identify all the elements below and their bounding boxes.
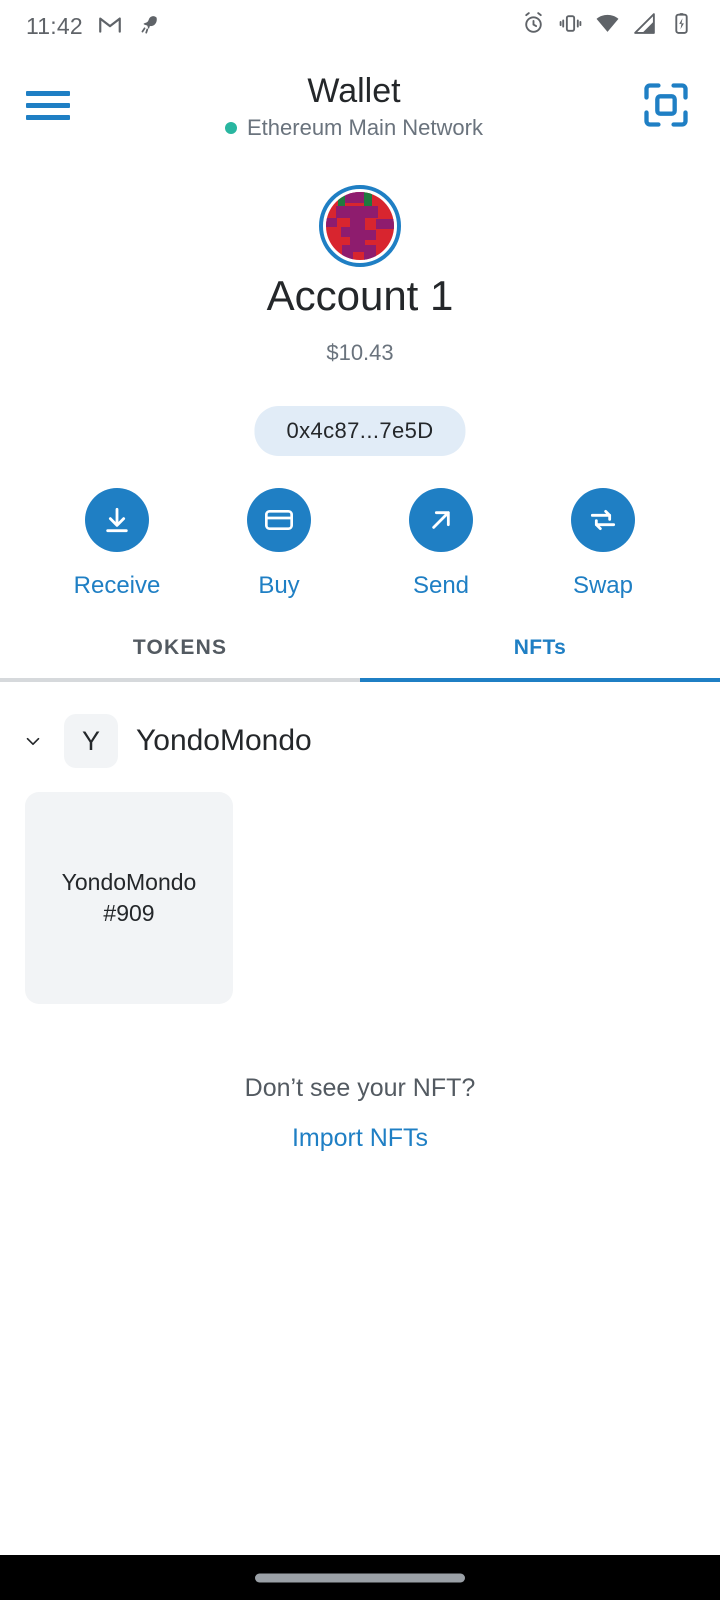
receive-label: Receive [74,572,161,600]
nft-card-label: YondoMondo#909 [62,867,197,929]
tab-bar: TOKENS NFTs [0,614,720,682]
header-title-block: Wallet Ethereum Main Network [70,71,638,141]
status-bar-right [521,11,694,41]
credit-card-icon [247,488,311,552]
tab-nfts-label: NFTs [514,636,567,660]
jazzicon-avatar [326,192,394,260]
system-navigation-bar [0,1555,720,1600]
alarm-icon [521,11,546,41]
tab-tokens[interactable]: TOKENS [0,614,360,682]
qr-scan-icon[interactable] [638,77,694,133]
collection-name: YondoMondo [136,724,312,758]
duolingo-icon [137,11,163,42]
hamburger-bar [26,103,70,108]
status-bar-clock: 11:42 [26,13,83,40]
download-arrow-icon [85,488,149,552]
buy-button[interactable]: Buy [219,488,339,600]
gmail-icon [97,11,123,42]
receive-button[interactable]: Receive [57,488,177,600]
app-screen: 11:42 [0,0,720,1600]
app-header: Wallet Ethereum Main Network [0,60,720,150]
cellular-signal-icon [632,11,657,41]
wifi-icon [595,11,620,41]
collection-avatar: Y [64,714,118,768]
missing-nft-prompt: Don’t see your NFT? [0,1074,720,1103]
network-status-dot [225,122,237,134]
arrow-up-right-icon [409,488,473,552]
import-nfts-link[interactable]: Import NFTs [0,1124,720,1153]
vibrate-icon [558,11,583,41]
network-indicator[interactable]: Ethereum Main Network [70,115,638,141]
send-label: Send [413,572,469,600]
nft-grid: YondoMondo#909 [25,792,695,1004]
hamburger-bar [26,115,70,120]
nft-collection-row[interactable]: Y YondoMondo [0,706,720,776]
swap-button[interactable]: Swap [543,488,663,600]
tab-tokens-underline [0,678,360,682]
account-address-pill[interactable]: 0x4c87...7e5D [254,406,465,456]
status-bar: 11:42 [0,0,720,52]
hamburger-icon[interactable] [26,91,70,120]
hamburger-bar [26,91,70,96]
swap-arrows-icon [571,488,635,552]
chevron-down-icon[interactable] [20,730,46,752]
swap-label: Swap [573,572,633,600]
account-name: Account 1 [0,272,720,320]
avatar[interactable] [319,185,401,267]
battery-charging-icon [669,11,694,41]
tab-nfts[interactable]: NFTs [360,614,720,682]
gesture-handle[interactable] [255,1573,465,1582]
action-buttons: Receive Buy Send Swap [0,488,720,600]
nft-card[interactable]: YondoMondo#909 [25,792,233,1004]
status-bar-left: 11:42 [26,11,163,42]
account-balance: $10.43 [0,340,720,366]
tab-tokens-label: TOKENS [133,636,227,660]
network-name: Ethereum Main Network [247,115,483,141]
send-button[interactable]: Send [381,488,501,600]
buy-label: Buy [258,572,299,600]
tab-nfts-underline [360,678,720,682]
page-title: Wallet [70,71,638,111]
